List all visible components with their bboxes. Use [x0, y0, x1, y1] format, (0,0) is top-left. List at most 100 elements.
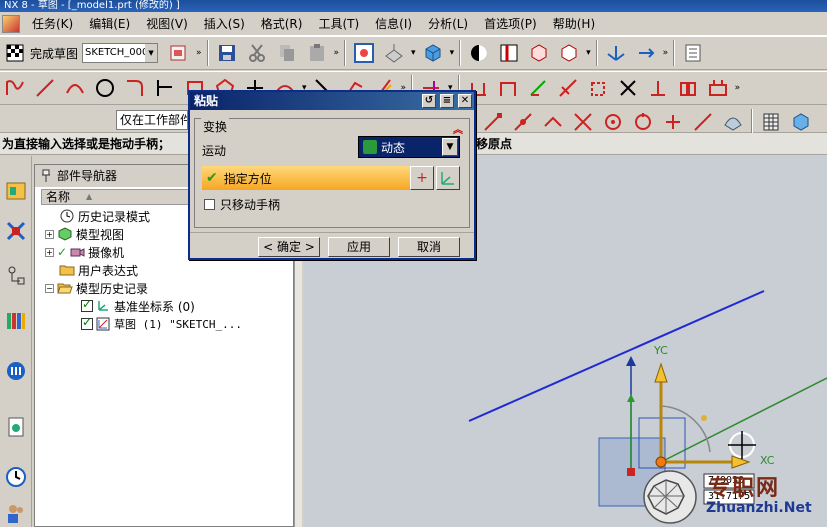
- arc-icon[interactable]: [62, 75, 88, 101]
- menu-tools[interactable]: 工具(T): [310, 12, 367, 36]
- end-point-icon[interactable]: [480, 109, 506, 135]
- expand-icon[interactable]: +: [45, 247, 54, 257]
- point-on-surface-icon[interactable]: [720, 109, 746, 135]
- menu-preferences[interactable]: 首选项(P): [476, 12, 545, 36]
- menu-view[interactable]: 视图(V): [138, 12, 196, 36]
- clock-icon[interactable]: [3, 462, 29, 492]
- selection-scope-select[interactable]: 仅在工作部件: [116, 109, 188, 130]
- part-list-icon[interactable]: [680, 40, 706, 66]
- rotation-ball[interactable]: [701, 415, 707, 421]
- grid-icon[interactable]: [758, 109, 784, 135]
- finish-sketch-label[interactable]: 完成草图: [30, 45, 78, 62]
- specify-orientation-row[interactable]: ✔ 指定方位: [202, 166, 410, 190]
- mid-point-icon[interactable]: [510, 109, 536, 135]
- fillet-icon[interactable]: [122, 75, 148, 101]
- nx-app-icon[interactable]: [2, 14, 20, 33]
- hidden-edge-icon[interactable]: [556, 40, 582, 66]
- tree-item-history-mode[interactable]: 历史记录模式: [59, 207, 150, 225]
- apply-button[interactable]: 应用: [328, 237, 390, 257]
- section-icon[interactable]: [496, 40, 522, 66]
- cut-icon[interactable]: [244, 40, 270, 66]
- toolbar-overflow-icon[interactable]: »: [334, 48, 340, 58]
- arc-center-icon[interactable]: [600, 109, 626, 135]
- wcs-icon[interactable]: [603, 40, 629, 66]
- chevron-down-icon[interactable]: ▾: [586, 48, 591, 58]
- menu-insert[interactable]: 插入(S): [196, 12, 253, 36]
- circle-icon[interactable]: [92, 75, 118, 101]
- collapse-icon[interactable]: −: [45, 283, 54, 293]
- chevron-down-icon[interactable]: ▾: [450, 48, 455, 58]
- auto-constraint-icon[interactable]: [525, 75, 551, 101]
- csys-dialog-button[interactable]: [436, 166, 460, 190]
- existing-point-icon[interactable]: [660, 109, 686, 135]
- display-mode-icon[interactable]: [466, 40, 492, 66]
- animate-dimension-icon[interactable]: [645, 75, 671, 101]
- reset-icon[interactable]: ↺: [422, 94, 436, 108]
- toolbar-overflow-icon[interactable]: »: [663, 48, 669, 58]
- wireframe-cube-icon[interactable]: [526, 40, 552, 66]
- chevron-down-icon[interactable]: ▾: [411, 48, 416, 58]
- move-icon[interactable]: [633, 40, 659, 66]
- orient-view-icon[interactable]: [381, 40, 407, 66]
- paste-icon[interactable]: [304, 40, 330, 66]
- quadrant-point-icon[interactable]: [630, 109, 656, 135]
- menu-icon[interactable]: ≡: [440, 94, 454, 108]
- intersection-icon[interactable]: [570, 109, 596, 135]
- line-icon[interactable]: [32, 75, 58, 101]
- tree-item-model-views[interactable]: + 模型视图: [45, 225, 124, 243]
- menu-analysis[interactable]: 分析(L): [420, 12, 476, 36]
- menu-task[interactable]: 任务(K): [24, 12, 81, 36]
- menu-info[interactable]: 信息(I): [367, 12, 420, 36]
- menu-edit[interactable]: 编辑(E): [81, 12, 138, 36]
- history-palette-icon[interactable]: [3, 412, 29, 442]
- point-dialog-button[interactable]: +: [410, 166, 434, 190]
- shaded-view-icon[interactable]: [420, 40, 446, 66]
- chamfer-icon[interactable]: [152, 75, 178, 101]
- constraint-icon[interactable]: [495, 75, 521, 101]
- convert-reference-icon[interactable]: [585, 75, 611, 101]
- column-header-name[interactable]: 名称 ▲: [41, 189, 193, 205]
- web-browser-icon[interactable]: [3, 356, 29, 386]
- save-icon[interactable]: [214, 40, 240, 66]
- menu-help[interactable]: 帮助(H): [545, 12, 603, 36]
- alternate-solution-icon[interactable]: [615, 75, 641, 101]
- visibility-checkbox[interactable]: [81, 297, 93, 312]
- cancel-button[interactable]: 取消: [398, 237, 460, 257]
- yc-handle-arrow[interactable]: [654, 362, 668, 383]
- part-navigator-icon[interactable]: [3, 260, 29, 290]
- checkbox-box[interactable]: [204, 199, 215, 210]
- visibility-checkbox[interactable]: [81, 315, 93, 330]
- copy-icon[interactable]: [274, 40, 300, 66]
- sketch-line-blue[interactable]: [468, 290, 765, 422]
- sketch-relations-icon[interactable]: [705, 75, 731, 101]
- constraint-navigator-icon[interactable]: [3, 216, 29, 246]
- pin-icon[interactable]: [40, 169, 52, 183]
- sketch-line-green[interactable]: [660, 377, 827, 463]
- toolbar-overflow-icon[interactable]: »: [196, 48, 202, 58]
- reuse-library-icon[interactable]: [3, 306, 29, 336]
- chevron-down-icon[interactable]: ▼: [442, 138, 458, 156]
- finish-sketch-icon[interactable]: [2, 40, 28, 66]
- ok-button[interactable]: < 确定 >: [258, 237, 320, 257]
- reattach-icon[interactable]: [166, 40, 192, 66]
- cube-view-icon[interactable]: [788, 109, 814, 135]
- point-on-curve-icon[interactable]: [690, 109, 716, 135]
- only-move-handle-checkbox[interactable]: 只移动手柄: [204, 196, 280, 213]
- tree-item-datum-csys[interactable]: 基准坐标系 (0): [81, 297, 195, 315]
- close-icon[interactable]: ✕: [458, 94, 472, 108]
- tree-item-sketch[interactable]: 草图 (1) "SKETCH_...: [81, 315, 242, 333]
- show-constraint-icon[interactable]: [555, 75, 581, 101]
- menu-format[interactable]: 格式(R): [253, 12, 311, 36]
- sketch-name-select[interactable]: SKETCH_000 ▼: [82, 43, 159, 63]
- motion-select[interactable]: 动态 ▼: [358, 136, 460, 158]
- assembly-navigator-icon[interactable]: [3, 176, 29, 206]
- expand-icon[interactable]: +: [45, 229, 54, 239]
- profile-icon[interactable]: [2, 75, 28, 101]
- roles-icon[interactable]: [3, 498, 29, 527]
- tree-item-cameras[interactable]: + ✓ 摄像机: [45, 243, 124, 261]
- dialog-title-bar[interactable]: 粘贴 ↺ ≡ ✕: [190, 92, 474, 110]
- control-point-icon[interactable]: [540, 109, 566, 135]
- fit-view-icon[interactable]: [351, 40, 377, 66]
- inferred-constraint-icon[interactable]: [675, 75, 701, 101]
- toolbar-overflow-icon[interactable]: »: [735, 83, 741, 93]
